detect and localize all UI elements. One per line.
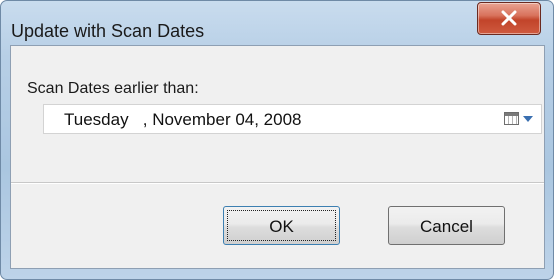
date-value[interactable]: Tuesday , November 04, 2008 [64,110,302,130]
date-picker[interactable]: Tuesday , November 04, 2008 [43,104,542,134]
dialog-body: Scan Dates earlier than: Tuesday , Novem… [10,45,545,269]
dialog-window: Update with Scan Dates Scan Dates earlie… [0,0,554,280]
scan-dates-label: Scan Dates earlier than: [27,80,199,97]
title-bar[interactable]: Update with Scan Dates [1,1,553,43]
cancel-button[interactable]: Cancel [388,206,505,245]
calendar-icon[interactable] [504,112,519,125]
divider [11,182,544,184]
close-icon [501,10,517,26]
cancel-label: Cancel [420,217,473,236]
chevron-down-icon[interactable] [523,116,533,122]
focus-rect [227,210,336,241]
window-title: Update with Scan Dates [11,21,205,41]
ok-button[interactable]: OK [223,206,340,245]
close-button[interactable] [477,2,541,35]
